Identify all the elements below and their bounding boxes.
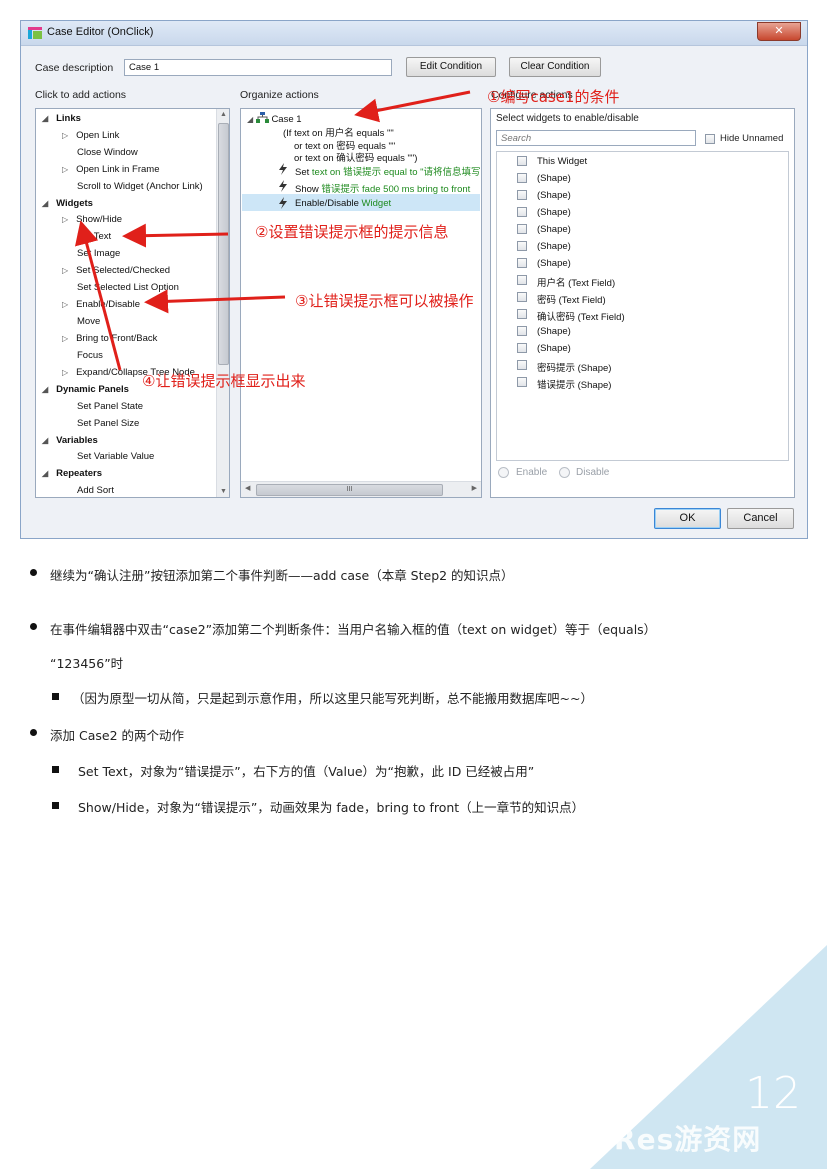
corner-triangle-decoration <box>590 945 827 1169</box>
watermark-logo: GameRes游资网 <box>520 1123 762 1156</box>
page-number: 12 <box>745 1068 801 1119</box>
